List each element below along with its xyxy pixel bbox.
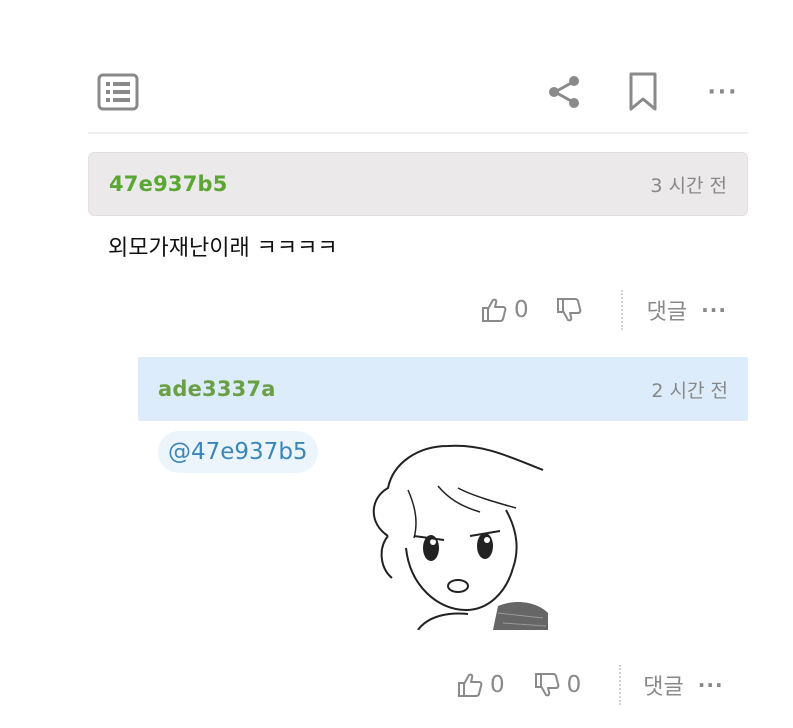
reply-header: ade3337a 2 시간 전 [138,357,748,421]
more-icon: ··· [707,79,739,105]
bookmark-icon [629,72,657,111]
like-button[interactable]: 0 [480,296,529,324]
reply-dislike-count: 0 [566,672,582,698]
comment-actions: 0 댓글 ··· [480,290,727,330]
comment-text: 외모가재난이래 ㅋㅋㅋㅋ [108,236,338,261]
thumbs-up-icon [482,298,507,322]
comment-more-button[interactable]: ··· [701,298,727,322]
thumbs-down-icon [556,298,582,322]
action-divider [620,290,623,330]
action-divider [619,665,622,705]
reply-more-button[interactable]: ··· [698,673,724,697]
reply-button[interactable]: 댓글 [647,294,687,326]
mention-text: @47e937b5 [168,439,308,465]
reply-actions: 0 0 댓글 ··· [456,665,724,705]
thumbs-down-icon [534,673,560,697]
toolbar-divider [88,132,748,134]
like-count: 0 [514,297,529,323]
reply-reply-button[interactable]: 댓글 [643,669,683,701]
bookmark-button[interactable] [622,70,664,114]
dislike-button[interactable] [555,296,583,324]
more-options-button[interactable]: ··· [700,76,746,108]
reply-author[interactable]: ade3337a [158,377,276,401]
comment-header: 47e937b5 3 시간 전 [88,152,748,216]
reply-like-count: 0 [490,672,505,698]
list-view-button[interactable] [96,72,140,112]
reply-time: 2 시간 전 [651,379,728,402]
reply-like-button[interactable]: 0 [456,671,505,699]
reply-dislike-button[interactable]: 0 [533,671,582,699]
mention-tag[interactable]: @47e937b5 [158,431,318,473]
sticker-image [348,428,552,630]
thumbs-up-icon [458,673,483,697]
comment-time: 3 시간 전 [650,174,727,197]
comment-author[interactable]: 47e937b5 [109,172,228,196]
share-icon [549,76,579,108]
share-button[interactable] [544,72,584,112]
list-icon [97,73,139,111]
